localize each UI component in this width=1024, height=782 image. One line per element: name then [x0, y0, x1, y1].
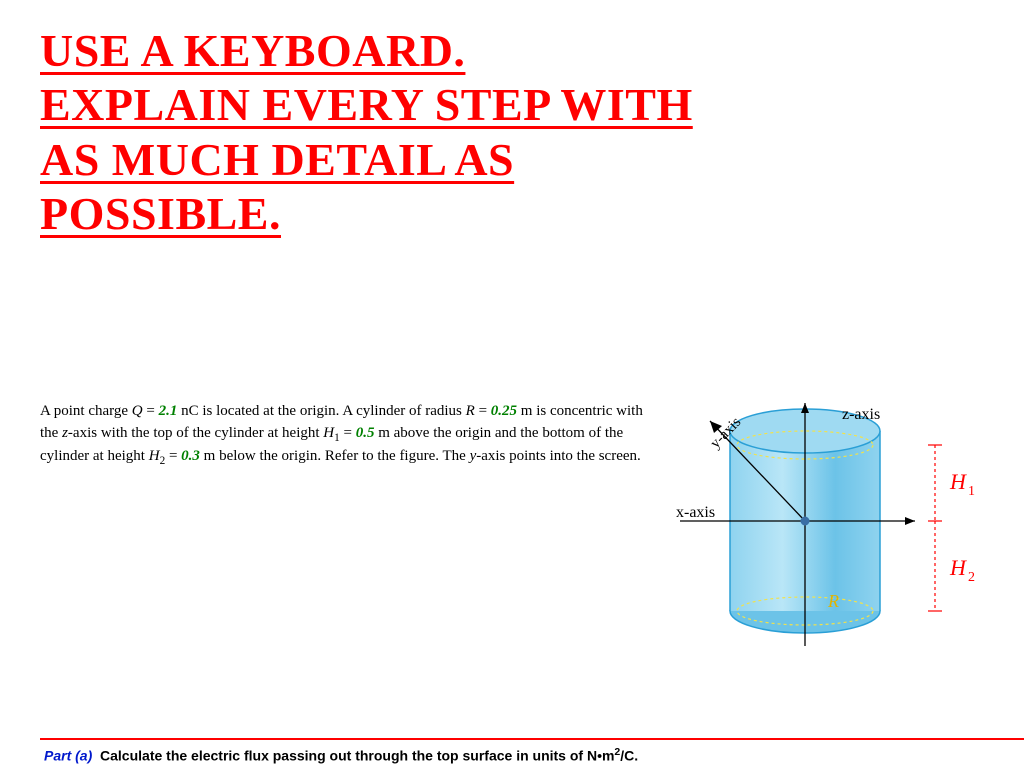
part-text-tail: /C. — [620, 748, 638, 764]
z-axis-label: z-axis — [842, 406, 880, 423]
headline: USE A KEYBOARD. EXPLAIN EVERY STEP WITH … — [40, 24, 984, 241]
symbol-Q: Q — [132, 403, 143, 419]
headline-line-4: POSSIBLE. — [40, 188, 281, 239]
part-label: Part (a) — [44, 748, 92, 764]
part-a-line: Part (a) Calculate the electric flux pas… — [44, 746, 638, 764]
R-label: R — [827, 591, 839, 611]
part-text: Calculate the electric flux passing out … — [100, 748, 614, 764]
symbol-R: R — [466, 403, 475, 419]
text: -axis with the top of the cylinder at he… — [68, 425, 323, 441]
text: -axis points into the screen. — [476, 448, 641, 464]
H2-sub: 2 — [968, 570, 975, 585]
headline-line-3: AS MUCH DETAIL AS — [40, 134, 514, 185]
text: nC is located at the origin. A cylinder … — [177, 403, 465, 419]
H1-label: H — [949, 469, 967, 494]
headline-line-1: USE A KEYBOARD. — [40, 25, 465, 76]
text: = — [165, 448, 181, 464]
text: = — [340, 425, 356, 441]
headline-line-2: EXPLAIN EVERY STEP WITH — [40, 79, 693, 130]
H1-sub: 1 — [968, 484, 975, 499]
text: m below the origin. Refer to the figure.… — [200, 448, 470, 464]
text: = — [475, 403, 491, 419]
text: A point charge — [40, 403, 132, 419]
symbol-H1: H — [323, 425, 334, 441]
value-H1: 0.5 — [356, 425, 375, 441]
cylinder-diagram: z-axis x-axis y-axis R — [670, 401, 980, 651]
value-Q: 2.1 — [159, 403, 178, 419]
problem-statement: A point charge Q = 2.1 nC is located at … — [40, 401, 650, 469]
value-H2: 0.3 — [181, 448, 200, 464]
symbol-H2: H — [149, 448, 160, 464]
x-axis-label: x-axis — [676, 504, 715, 521]
H2-label: H — [949, 555, 967, 580]
value-R: 0.25 — [491, 403, 517, 419]
text: = — [143, 403, 159, 419]
divider — [40, 738, 1024, 740]
